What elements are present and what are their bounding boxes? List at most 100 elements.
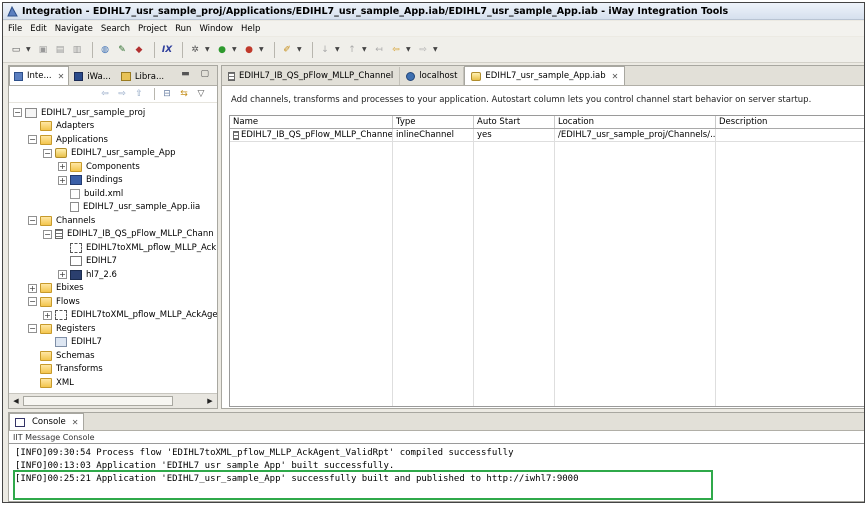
new-dropdown-icon[interactable]: ▼ xyxy=(26,46,32,53)
close-icon[interactable]: ✕ xyxy=(58,72,65,81)
back-dropdown-icon[interactable]: ▼ xyxy=(406,46,412,53)
collapse-all-icon[interactable]: ⊟ xyxy=(160,87,174,101)
menu-help[interactable]: Help xyxy=(241,24,260,34)
tab-localhost[interactable]: localhost xyxy=(400,67,465,85)
tree-item[interactable]: build.xml xyxy=(58,187,123,200)
cell-description[interactable] xyxy=(716,129,864,141)
forward-icon[interactable]: ⇨ xyxy=(416,43,430,57)
collapse-icon[interactable]: − xyxy=(28,135,37,144)
tree-item[interactable]: EDIHL7_usr_sample_App.iia xyxy=(58,201,200,214)
back-icon[interactable]: ⇦ xyxy=(389,43,403,57)
prev-annotation-icon[interactable]: ↑ xyxy=(345,43,359,57)
column-header-type[interactable]: Type xyxy=(393,116,474,128)
collapse-icon[interactable]: − xyxy=(28,297,37,306)
debug-dropdown-icon[interactable]: ▼ xyxy=(205,46,211,53)
tree-item[interactable]: − Applications xyxy=(28,133,108,146)
debug-icon[interactable]: ✲ xyxy=(188,43,202,57)
table-body: EDIHL7_IB_QS_pFlow_MLLP_Channel inlineCh… xyxy=(230,129,864,406)
cell-autostart[interactable]: yes xyxy=(474,129,555,141)
tree-item[interactable]: + hl7_2.6 xyxy=(58,268,117,281)
collapse-icon[interactable]: − xyxy=(43,148,52,158)
deploy-icon[interactable]: ◆ xyxy=(132,43,146,57)
print-icon[interactable]: ▥ xyxy=(70,43,84,57)
menu-run[interactable]: Run xyxy=(175,24,191,34)
log-line: [INFO]09:30:54 Process flow 'EDIHL7toXML… xyxy=(15,448,514,458)
back-arrow-icon[interactable]: ⇦ xyxy=(98,87,112,101)
tree-item[interactable]: − EDIHL7_IB_QS_pFlow_MLLP_Chann xyxy=(43,228,214,241)
forward-arrow-icon[interactable]: ⇨ xyxy=(115,87,129,101)
tab-console[interactable]: Console ✕ xyxy=(9,413,85,430)
prev-annotation-dropdown-icon[interactable]: ▼ xyxy=(362,46,368,53)
table-row[interactable]: EDIHL7_IB_QS_pFlow_MLLP_Channel inlineCh… xyxy=(230,129,864,142)
tree-item[interactable]: − EDIHL7_usr_sample_proj xyxy=(13,106,145,119)
wand-icon[interactable]: ✐ xyxy=(280,43,294,57)
tab-channel[interactable]: EDIHL7_IB_QS_pFlow_MLLP_Channel xyxy=(222,67,401,85)
link-editor-icon[interactable]: ⇆ xyxy=(177,87,191,101)
collapse-icon[interactable]: − xyxy=(28,216,37,225)
save-icon[interactable]: ▣ xyxy=(36,43,50,57)
expand-icon[interactable]: + xyxy=(43,310,52,320)
expand-icon[interactable]: + xyxy=(28,283,37,293)
external-tools-icon[interactable]: ● xyxy=(242,43,256,57)
last-edit-icon[interactable]: ↤ xyxy=(372,43,386,57)
save-all-icon[interactable]: ▤ xyxy=(53,43,67,57)
tree-item[interactable]: + EDIHL7toXML_pflow_MLLP_AckAgen xyxy=(43,309,217,322)
edit-flow-icon[interactable]: ✎ xyxy=(115,43,129,57)
collapse-icon[interactable]: − xyxy=(13,108,22,117)
column-header-description[interactable]: Description xyxy=(716,116,864,128)
new-icon[interactable]: ▭ xyxy=(9,43,23,57)
next-annotation-dropdown-icon[interactable]: ▼ xyxy=(335,46,341,53)
menu-project[interactable]: Project xyxy=(138,24,167,34)
tree-item[interactable]: EDIHL7 xyxy=(58,255,117,268)
column-header-autostart[interactable]: Auto Start xyxy=(474,116,555,128)
expand-icon[interactable]: + xyxy=(58,175,67,185)
tree-item[interactable]: + Bindings xyxy=(58,174,123,187)
menu-window[interactable]: Window xyxy=(199,24,233,34)
scrollbar-thumb[interactable] xyxy=(23,396,173,406)
scroll-right-icon[interactable]: ▶ xyxy=(205,396,215,406)
tree-item[interactable]: EDIHL7toXML_pflow_MLLP_Ack xyxy=(58,241,216,254)
ix-icon[interactable]: IX xyxy=(160,43,174,57)
scroll-left-icon[interactable]: ◀ xyxy=(11,396,21,406)
wand-dropdown-icon[interactable]: ▼ xyxy=(297,46,303,53)
run-icon[interactable]: ● xyxy=(215,43,229,57)
tree-item[interactable]: − EDIHL7_usr_sample_App xyxy=(43,147,176,160)
tree-item[interactable]: Adapters xyxy=(28,120,94,133)
tab-library[interactable]: Libra... xyxy=(116,67,169,85)
menu-search[interactable]: Search xyxy=(101,24,130,34)
tree-item[interactable]: − Channels xyxy=(28,214,95,227)
menu-navigate[interactable]: Navigate xyxy=(55,24,93,34)
run-dropdown-icon[interactable]: ▼ xyxy=(232,46,238,53)
tab-integration-explorer[interactable]: Inte... ✕ xyxy=(9,66,70,85)
globe-icon[interactable]: ◍ xyxy=(98,43,112,57)
external-tools-dropdown-icon[interactable]: ▼ xyxy=(259,46,265,53)
forward-dropdown-icon[interactable]: ▼ xyxy=(433,46,439,53)
tree-item[interactable]: − Flows xyxy=(28,295,80,308)
collapse-icon[interactable]: − xyxy=(43,229,52,239)
application-icon xyxy=(471,71,482,81)
tab-application-iab[interactable]: EDIHL7_usr_sample_App.iab ✕ xyxy=(464,66,626,85)
up-folder-icon[interactable]: ⇧ xyxy=(132,87,146,101)
view-menu-icon[interactable]: ▽ xyxy=(194,87,208,101)
next-annotation-icon[interactable]: ↓ xyxy=(318,43,332,57)
tree-item[interactable]: EDIHL7 xyxy=(43,336,102,349)
close-icon[interactable]: ✕ xyxy=(612,72,619,81)
menu-edit[interactable]: Edit xyxy=(30,24,46,34)
tree-item[interactable]: Transforms xyxy=(28,363,103,376)
tab-iway-explorer[interactable]: iWa... xyxy=(69,67,116,85)
column-header-location[interactable]: Location xyxy=(555,116,716,128)
expand-icon[interactable]: + xyxy=(58,162,67,171)
tree-item[interactable]: XML xyxy=(28,376,74,389)
tree-item[interactable]: − Registers xyxy=(28,322,95,335)
tree-item[interactable]: Schemas xyxy=(28,349,95,362)
tree-item[interactable]: + Ebixes xyxy=(28,282,84,295)
close-icon[interactable]: ✕ xyxy=(72,418,79,427)
menu-file[interactable]: File xyxy=(8,24,22,34)
minimize-maximize-icon[interactable]: ▬ ▢ xyxy=(181,69,213,79)
expand-icon[interactable]: + xyxy=(58,270,67,279)
horizontal-scrollbar[interactable]: ◀ ▶ xyxy=(9,393,217,408)
tree-item[interactable]: + Components xyxy=(58,160,140,173)
folder-icon xyxy=(70,161,82,172)
column-header-name[interactable]: Name xyxy=(230,116,393,128)
collapse-icon[interactable]: − xyxy=(28,324,37,333)
